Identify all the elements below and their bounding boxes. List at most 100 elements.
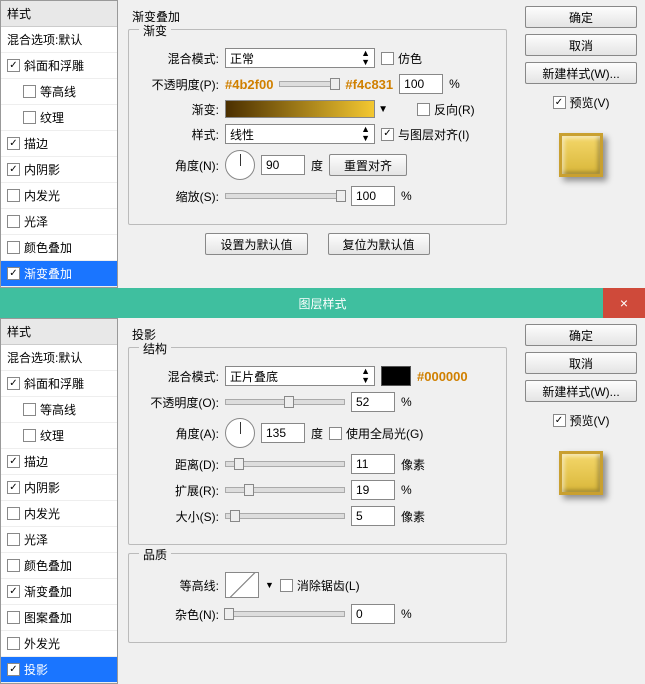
style-checkbox[interactable] [7,267,20,280]
style-item[interactable]: 内阴影 [1,475,117,501]
opacity-input[interactable] [399,74,443,94]
style-item[interactable]: 内发光 [1,183,117,209]
style-item[interactable]: 纹理 [1,105,117,131]
opacity-input[interactable] [351,392,395,412]
style-item[interactable]: 颜色叠加 [1,235,117,261]
blend-mode-select[interactable]: 正片叠底▲▼ [225,366,375,386]
chevron-down-icon[interactable]: ▼ [265,580,274,590]
style-checkbox[interactable] [7,481,20,494]
angle-input[interactable] [261,155,305,175]
style-item[interactable]: 外发光 [1,631,117,657]
style-item[interactable]: 渐变叠加 [1,579,117,605]
scale-input[interactable] [351,186,395,206]
size-input[interactable] [351,506,395,526]
style-item[interactable]: 投影 [1,657,117,683]
section-title: 渐变叠加 [132,8,507,25]
style-item[interactable]: 描边 [1,449,117,475]
ok-button[interactable]: 确定 [525,6,637,28]
style-item[interactable]: 图案叠加 [1,605,117,631]
ok-button[interactable]: 确定 [525,324,637,346]
spread-label: 扩展(R): [141,482,219,499]
style-checkbox[interactable] [7,533,20,546]
scale-slider[interactable] [225,193,345,199]
style-checkbox[interactable] [7,455,20,468]
make-default-button[interactable]: 设置为默认值 [205,233,307,255]
style-checkbox[interactable] [23,85,36,98]
distance-input[interactable] [351,454,395,474]
style-item[interactable]: 内发光 [1,501,117,527]
global-light-checkbox[interactable] [329,427,342,440]
style-checkbox[interactable] [7,377,20,390]
style-checkbox[interactable] [7,215,20,228]
style-checkbox[interactable] [23,403,36,416]
quality-box: 品质 等高线: ▼ 消除锯齿(L) 杂色(N): % [128,553,507,643]
updown-icon: ▲▼ [361,125,370,143]
opacity-slider[interactable] [225,399,345,405]
style-checkbox[interactable] [7,59,20,72]
angle-input[interactable] [261,423,305,443]
style-item[interactable]: 斜面和浮雕 [1,371,117,397]
style-checkbox[interactable] [7,163,20,176]
style-item[interactable]: 描边 [1,131,117,157]
spread-slider[interactable] [225,487,345,493]
align-checkbox[interactable] [381,128,394,141]
gradient-bar[interactable]: ▼ [225,100,375,118]
style-item[interactable]: 纹理 [1,423,117,449]
style-item[interactable]: 颜色叠加 [1,553,117,579]
noise-input[interactable] [351,604,395,624]
style-item[interactable]: 渐变叠加 [1,261,117,287]
updown-icon: ▲▼ [361,367,370,385]
style-checkbox[interactable] [7,663,20,676]
style-item[interactable]: 等高线 [1,79,117,105]
reset-align-button[interactable]: 重置对齐 [329,154,407,176]
style-item[interactable]: 内阴影 [1,157,117,183]
contour-picker[interactable] [225,572,259,598]
blend-options[interactable]: 混合选项:默认 [1,345,117,371]
dither-checkbox[interactable] [381,52,394,65]
close-button[interactable]: × [603,288,645,318]
gradient-box: 渐变 混合模式: 正常▲▼ 仿色 不透明度(P): #4b2f00 #f4c83… [128,29,507,225]
style-item[interactable]: 等高线 [1,397,117,423]
spread-input[interactable] [351,480,395,500]
blend-mode-label: 混合模式: [141,368,219,385]
blend-options[interactable]: 混合选项:默认 [1,27,117,53]
angle-dial[interactable] [225,150,255,180]
noise-slider[interactable] [225,611,345,617]
style-item[interactable]: 斜面和浮雕 [1,53,117,79]
new-style-button[interactable]: 新建样式(W)... [525,62,637,84]
style-checkbox[interactable] [7,585,20,598]
distance-slider[interactable] [225,461,345,467]
blend-mode-select[interactable]: 正常▲▼ [225,48,375,68]
style-select[interactable]: 线性▲▼ [225,124,375,144]
scale-label: 缩放(S): [141,188,219,205]
angle-dial[interactable] [225,418,255,448]
spread-unit: % [401,483,412,497]
style-checkbox[interactable] [23,429,36,442]
reverse-checkbox[interactable] [417,103,430,116]
style-checkbox[interactable] [23,111,36,124]
style-item-label: 纹理 [40,427,64,444]
style-checkbox[interactable] [7,189,20,202]
style-checkbox[interactable] [7,559,20,572]
preview-checkbox[interactable] [553,96,566,109]
preview-checkbox[interactable] [553,414,566,427]
style-checkbox[interactable] [7,611,20,624]
style-item[interactable]: 光泽 [1,209,117,235]
angle-label: 角度(N): [141,157,219,174]
style-checkbox[interactable] [7,241,20,254]
style-checkbox[interactable] [7,507,20,520]
style-checkbox[interactable] [7,137,20,150]
opacity-slider[interactable] [279,81,339,87]
cancel-button[interactable]: 取消 [525,34,637,56]
reset-default-button[interactable]: 复位为默认值 [328,233,430,255]
opacity-unit: % [401,395,412,409]
new-style-button[interactable]: 新建样式(W)... [525,380,637,402]
cancel-button[interactable]: 取消 [525,352,637,374]
style-checkbox[interactable] [7,637,20,650]
color-swatch[interactable] [381,366,411,386]
style-item[interactable]: 光泽 [1,527,117,553]
antialias-checkbox[interactable] [280,579,293,592]
preview-swatch [559,451,603,495]
size-slider[interactable] [225,513,345,519]
chevron-down-icon[interactable]: ▼ [378,104,388,115]
